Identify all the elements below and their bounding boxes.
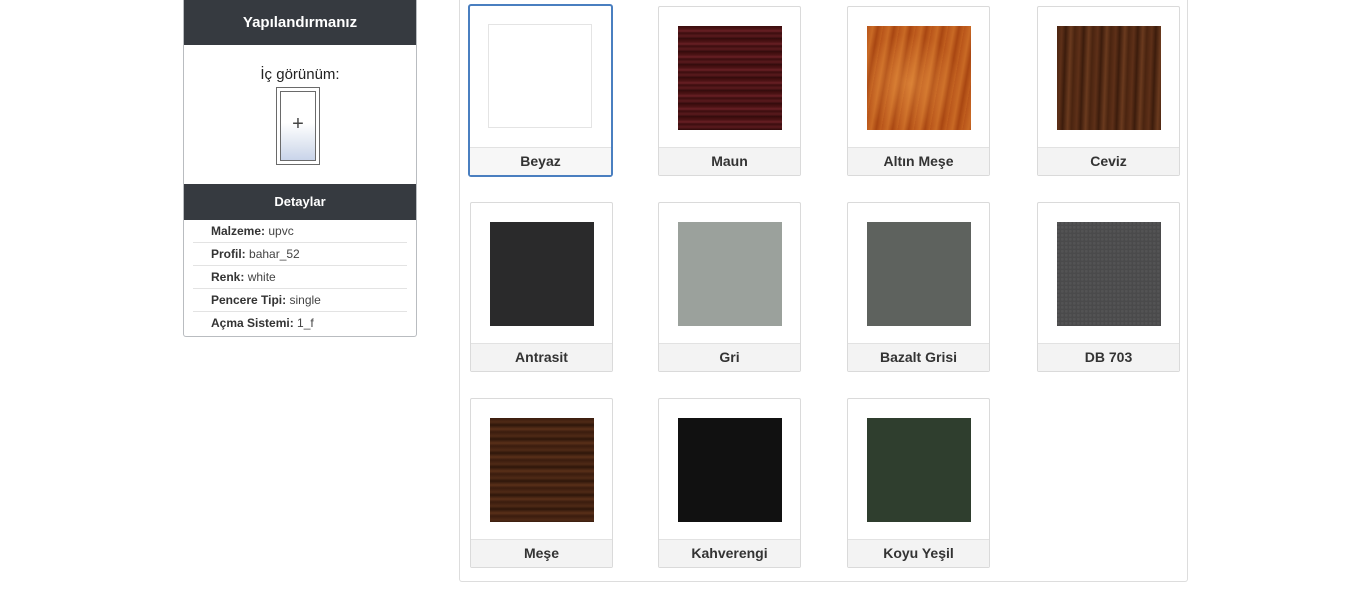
color-swatch <box>867 418 971 522</box>
color-swatch <box>490 418 594 522</box>
detail-key: Açma Sistemi: <box>211 316 294 330</box>
detail-key: Profil: <box>211 247 246 261</box>
details-list: Malzeme: upvc Profil: bahar_52 Renk: whi… <box>184 220 416 334</box>
color-swatch <box>490 222 594 326</box>
color-option-mese[interactable]: Meşe <box>470 398 613 568</box>
color-label: Antrasit <box>471 343 612 371</box>
color-swatch <box>488 24 592 128</box>
detail-key: Malzeme: <box>211 224 266 238</box>
color-option-ceviz[interactable]: Ceviz <box>1037 6 1180 176</box>
detail-row-window-type: Pencere Tipi: single <box>193 289 407 312</box>
interior-view-area: İç görünüm: + <box>184 45 416 184</box>
color-swatch <box>1057 26 1161 130</box>
color-selection-panel: Beyaz Maun Altın Meşe Ceviz Antrasit Gri… <box>459 0 1188 582</box>
color-label: Beyaz <box>470 147 611 175</box>
detail-row-material: Malzeme: upvc <box>193 220 407 243</box>
details-title: Detaylar <box>184 184 416 220</box>
detail-row-color: Renk: white <box>193 266 407 289</box>
color-swatch <box>678 418 782 522</box>
detail-row-opening-system: Açma Sistemi: 1_f <box>193 312 407 334</box>
detail-value: 1_f <box>297 316 314 330</box>
color-swatch <box>867 26 971 130</box>
window-sash: + <box>280 91 316 161</box>
color-label: Bazalt Grisi <box>848 343 989 371</box>
color-option-gri[interactable]: Gri <box>658 202 801 372</box>
color-swatch <box>678 222 782 326</box>
color-swatch <box>1057 222 1161 326</box>
color-label: Gri <box>659 343 800 371</box>
color-label: Meşe <box>471 539 612 567</box>
detail-row-profile: Profil: bahar_52 <box>193 243 407 266</box>
color-label: Maun <box>659 147 800 175</box>
color-label: Kahverengi <box>659 539 800 567</box>
color-option-altin-mese[interactable]: Altın Meşe <box>847 6 990 176</box>
color-option-db-703[interactable]: DB 703 <box>1037 202 1180 372</box>
color-label: DB 703 <box>1038 343 1179 371</box>
interior-view-label: İç görünüm: <box>260 66 340 83</box>
detail-key: Pencere Tipi: <box>211 293 287 307</box>
color-label: Koyu Yeşil <box>848 539 989 567</box>
color-swatch <box>867 222 971 326</box>
color-option-antrasit[interactable]: Antrasit <box>470 202 613 372</box>
plus-icon: + <box>292 113 304 135</box>
configuration-title: Yapılandırmanız <box>184 0 416 45</box>
detail-value: single <box>289 293 321 307</box>
detail-value: white <box>247 270 276 284</box>
detail-key: Renk: <box>211 270 245 284</box>
color-option-beyaz[interactable]: Beyaz <box>468 4 613 177</box>
color-swatch <box>678 26 782 130</box>
configuration-panel: Yapılandırmanız İç görünüm: + Detaylar M… <box>183 0 417 337</box>
detail-value: bahar_52 <box>249 247 300 261</box>
window-preview[interactable]: + <box>276 87 320 165</box>
detail-value: upvc <box>268 224 294 238</box>
color-option-koyu-yesil[interactable]: Koyu Yeşil <box>847 398 990 568</box>
color-option-kahverengi[interactable]: Kahverengi <box>658 398 801 568</box>
color-label: Ceviz <box>1038 147 1179 175</box>
color-option-maun[interactable]: Maun <box>658 6 801 176</box>
color-label: Altın Meşe <box>848 147 989 175</box>
color-option-bazalt-grisi[interactable]: Bazalt Grisi <box>847 202 990 372</box>
